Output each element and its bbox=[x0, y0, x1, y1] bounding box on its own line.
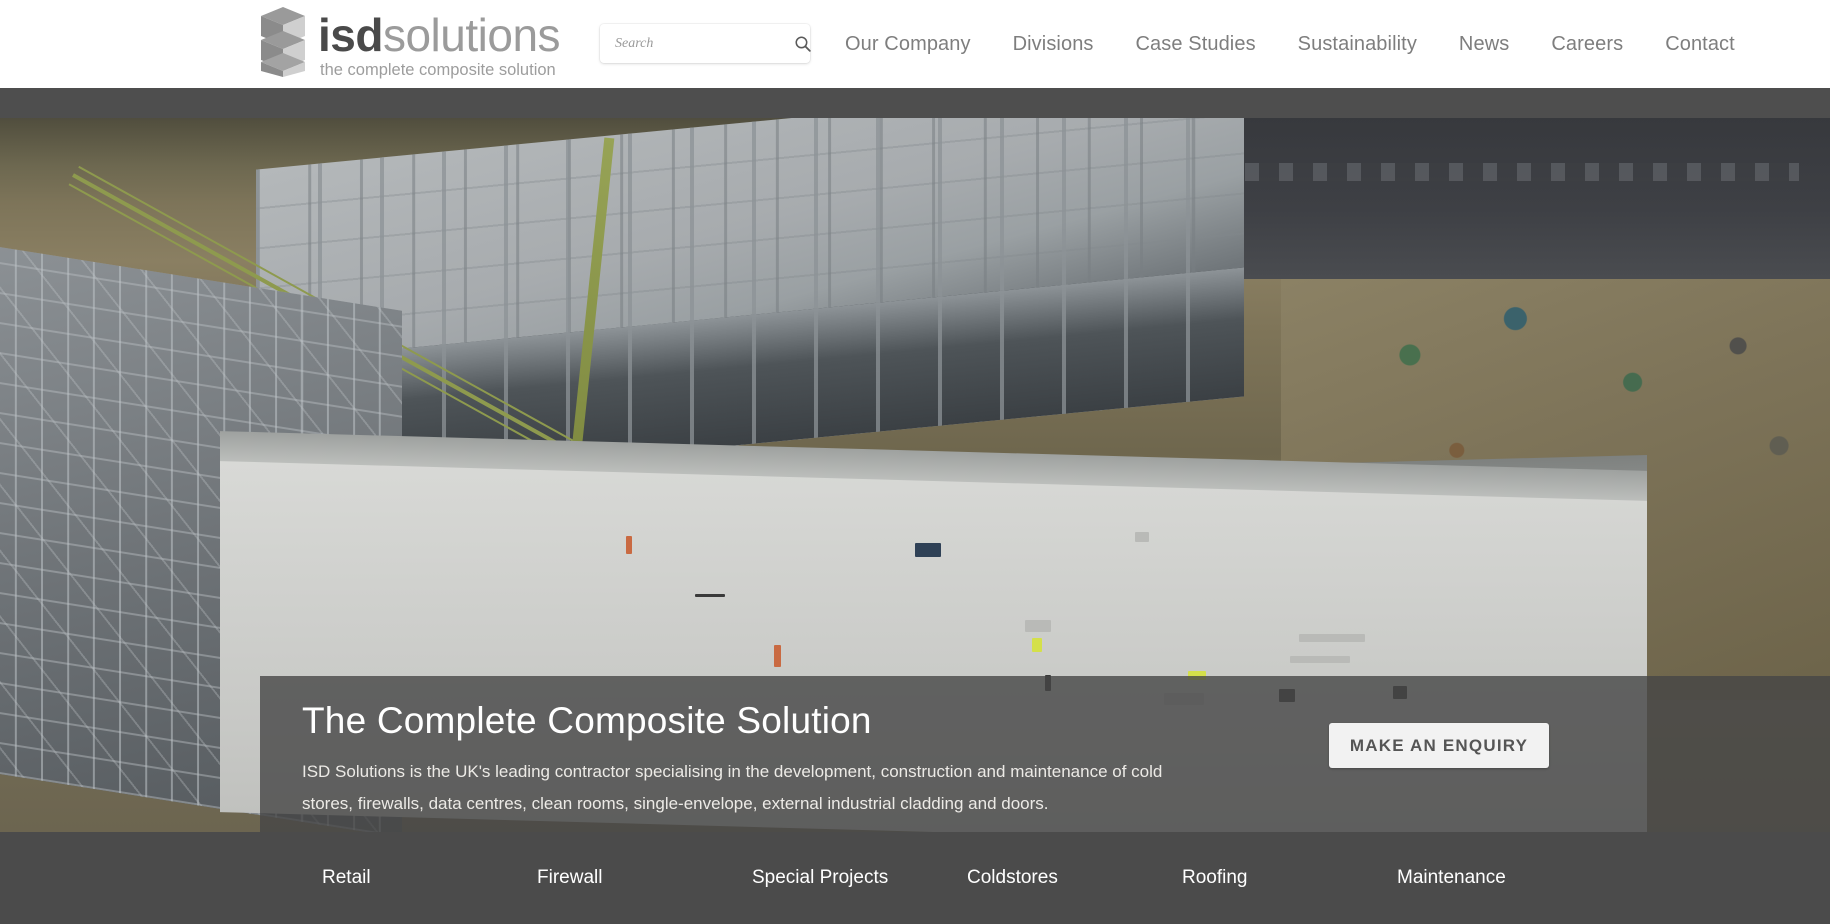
hero-section: The Complete Composite Solution ISD Solu… bbox=[0, 100, 1830, 832]
search-input[interactable] bbox=[615, 35, 793, 52]
nav-item-news[interactable]: News bbox=[1459, 33, 1509, 56]
category-item-special-projects[interactable]: Special Projects bbox=[752, 867, 967, 889]
search-box[interactable] bbox=[600, 24, 813, 63]
brand-name-bold: isd bbox=[318, 9, 383, 61]
brand-name-light: solutions bbox=[382, 9, 561, 61]
brand-tagline: the complete composite solution bbox=[320, 61, 556, 79]
brand-name: isdsolutions bbox=[318, 9, 561, 61]
nav-item-case-studies[interactable]: Case Studies bbox=[1136, 33, 1256, 56]
hero-description: ISD Solutions is the UK's leading contra… bbox=[302, 762, 1163, 813]
category-list: Retail Firewall Special Projects Coldsto… bbox=[0, 832, 1830, 924]
category-band: Retail Firewall Special Projects Coldsto… bbox=[0, 832, 1830, 924]
brand-wordmark: isdsolutions the complete composite solu… bbox=[318, 5, 561, 80]
nav-item-contact[interactable]: Contact bbox=[1665, 33, 1735, 56]
make-an-enquiry-button[interactable]: MAKE AN ENQUIRY bbox=[1329, 723, 1549, 768]
category-item-roofing[interactable]: Roofing bbox=[1182, 867, 1397, 889]
site-logo[interactable]: isdsolutions the complete composite solu… bbox=[252, 5, 561, 83]
nav-item-our-company[interactable]: Our Company bbox=[845, 33, 971, 56]
hero-title: The Complete Composite Solution bbox=[302, 700, 872, 741]
header-accent-bar bbox=[0, 88, 1830, 118]
nav-item-careers[interactable]: Careers bbox=[1551, 33, 1623, 56]
main-navigation: Our Company Divisions Case Studies Susta… bbox=[845, 0, 1735, 88]
isd-cubes-logo-icon bbox=[252, 5, 314, 77]
hero-overlay-panel: The Complete Composite Solution ISD Solu… bbox=[260, 676, 1830, 832]
search-icon[interactable] bbox=[793, 34, 813, 54]
nav-item-divisions[interactable]: Divisions bbox=[1013, 33, 1094, 56]
category-item-retail[interactable]: Retail bbox=[322, 867, 537, 889]
nav-item-sustainability[interactable]: Sustainability bbox=[1298, 33, 1417, 56]
site-header: isdsolutions the complete composite solu… bbox=[0, 0, 1830, 88]
category-item-maintenance[interactable]: Maintenance bbox=[1397, 867, 1612, 889]
page-root: isdsolutions the complete composite solu… bbox=[0, 0, 1830, 924]
category-item-firewall[interactable]: Firewall bbox=[537, 867, 752, 889]
category-item-coldstores[interactable]: Coldstores bbox=[967, 867, 1182, 889]
